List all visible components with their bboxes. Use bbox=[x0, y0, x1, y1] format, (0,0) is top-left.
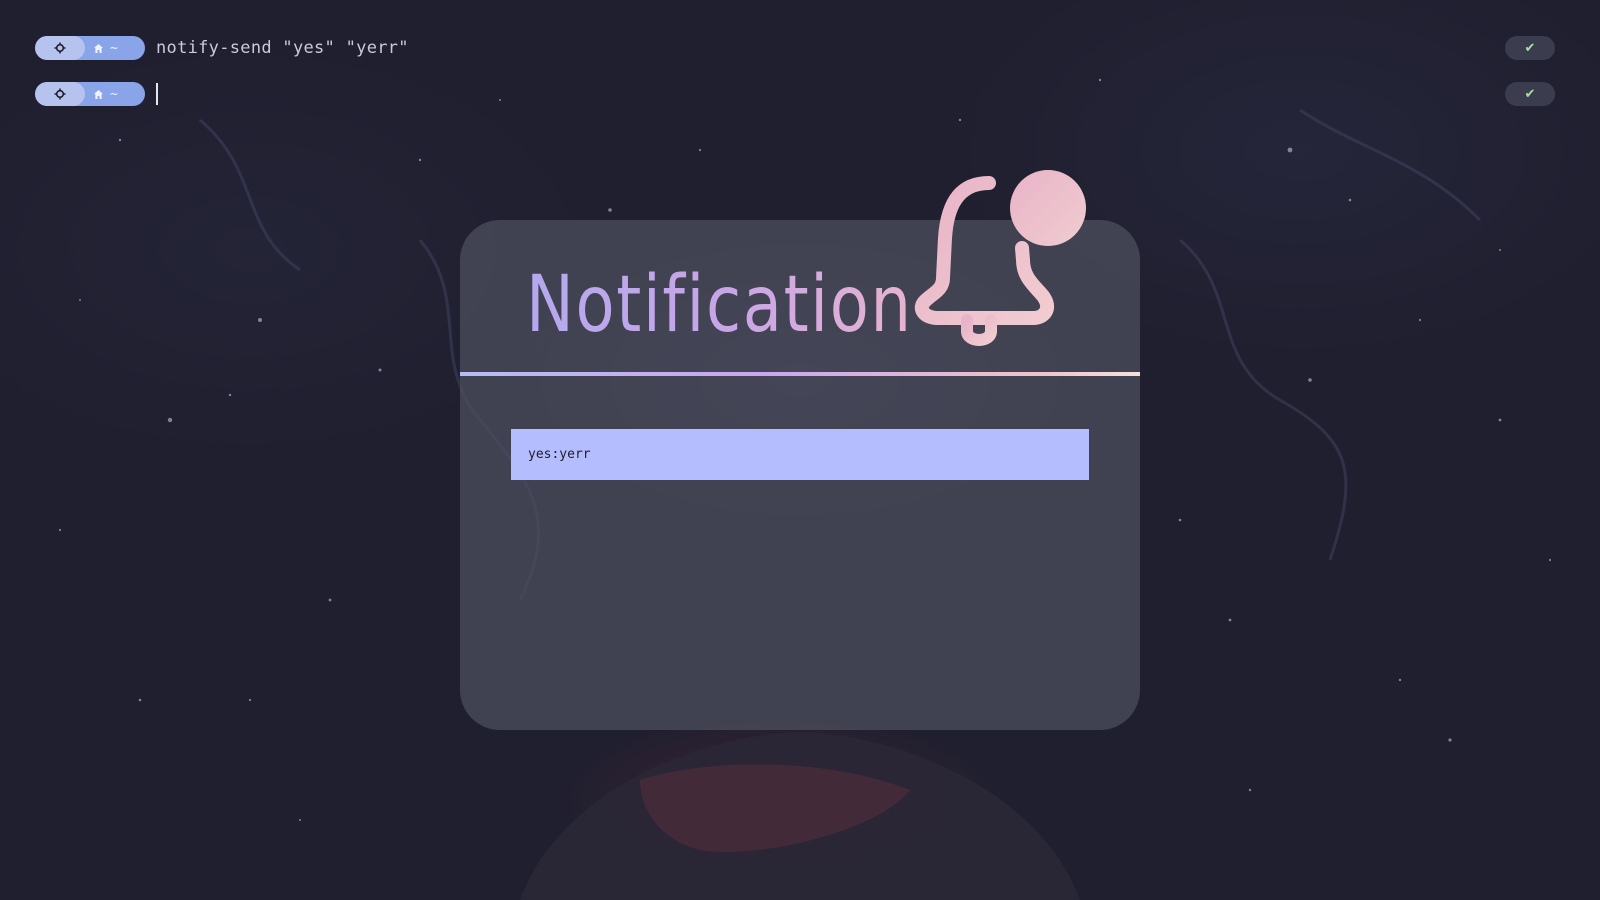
command-text: notify-send "yes" "yerr" bbox=[156, 38, 409, 58]
path-segment: ~ bbox=[85, 41, 118, 56]
notification-divider bbox=[460, 372, 1140, 376]
gear-icon bbox=[54, 88, 66, 100]
prompt-pill: ~ bbox=[35, 36, 145, 60]
path-label: ~ bbox=[110, 40, 118, 56]
notification-title: Notification bbox=[526, 260, 913, 350]
os-segment bbox=[35, 82, 85, 106]
prompt-line[interactable]: ~ bbox=[35, 82, 158, 106]
home-icon bbox=[94, 89, 103, 99]
text-cursor bbox=[156, 83, 158, 105]
path-label: ~ bbox=[110, 86, 118, 102]
bell-icon bbox=[914, 170, 1086, 346]
notification-message: yes:yerr bbox=[528, 447, 591, 462]
prompt-line: ~ notify-send "yes" "yerr" bbox=[35, 36, 409, 60]
os-segment bbox=[35, 36, 85, 60]
status-ok-badge: ✔ bbox=[1505, 82, 1555, 106]
notification-body[interactable]: yes:yerr bbox=[511, 429, 1089, 480]
desktop: ~ notify-send "yes" "yerr" ✔ ~ ✔ Notific… bbox=[0, 0, 1600, 900]
prompt-pill: ~ bbox=[35, 82, 145, 106]
gear-icon bbox=[54, 42, 66, 54]
check-icon: ✔ bbox=[1524, 86, 1536, 102]
home-icon bbox=[94, 43, 103, 53]
path-segment: ~ bbox=[85, 87, 118, 102]
check-icon: ✔ bbox=[1524, 40, 1536, 56]
status-ok-badge: ✔ bbox=[1505, 36, 1555, 60]
